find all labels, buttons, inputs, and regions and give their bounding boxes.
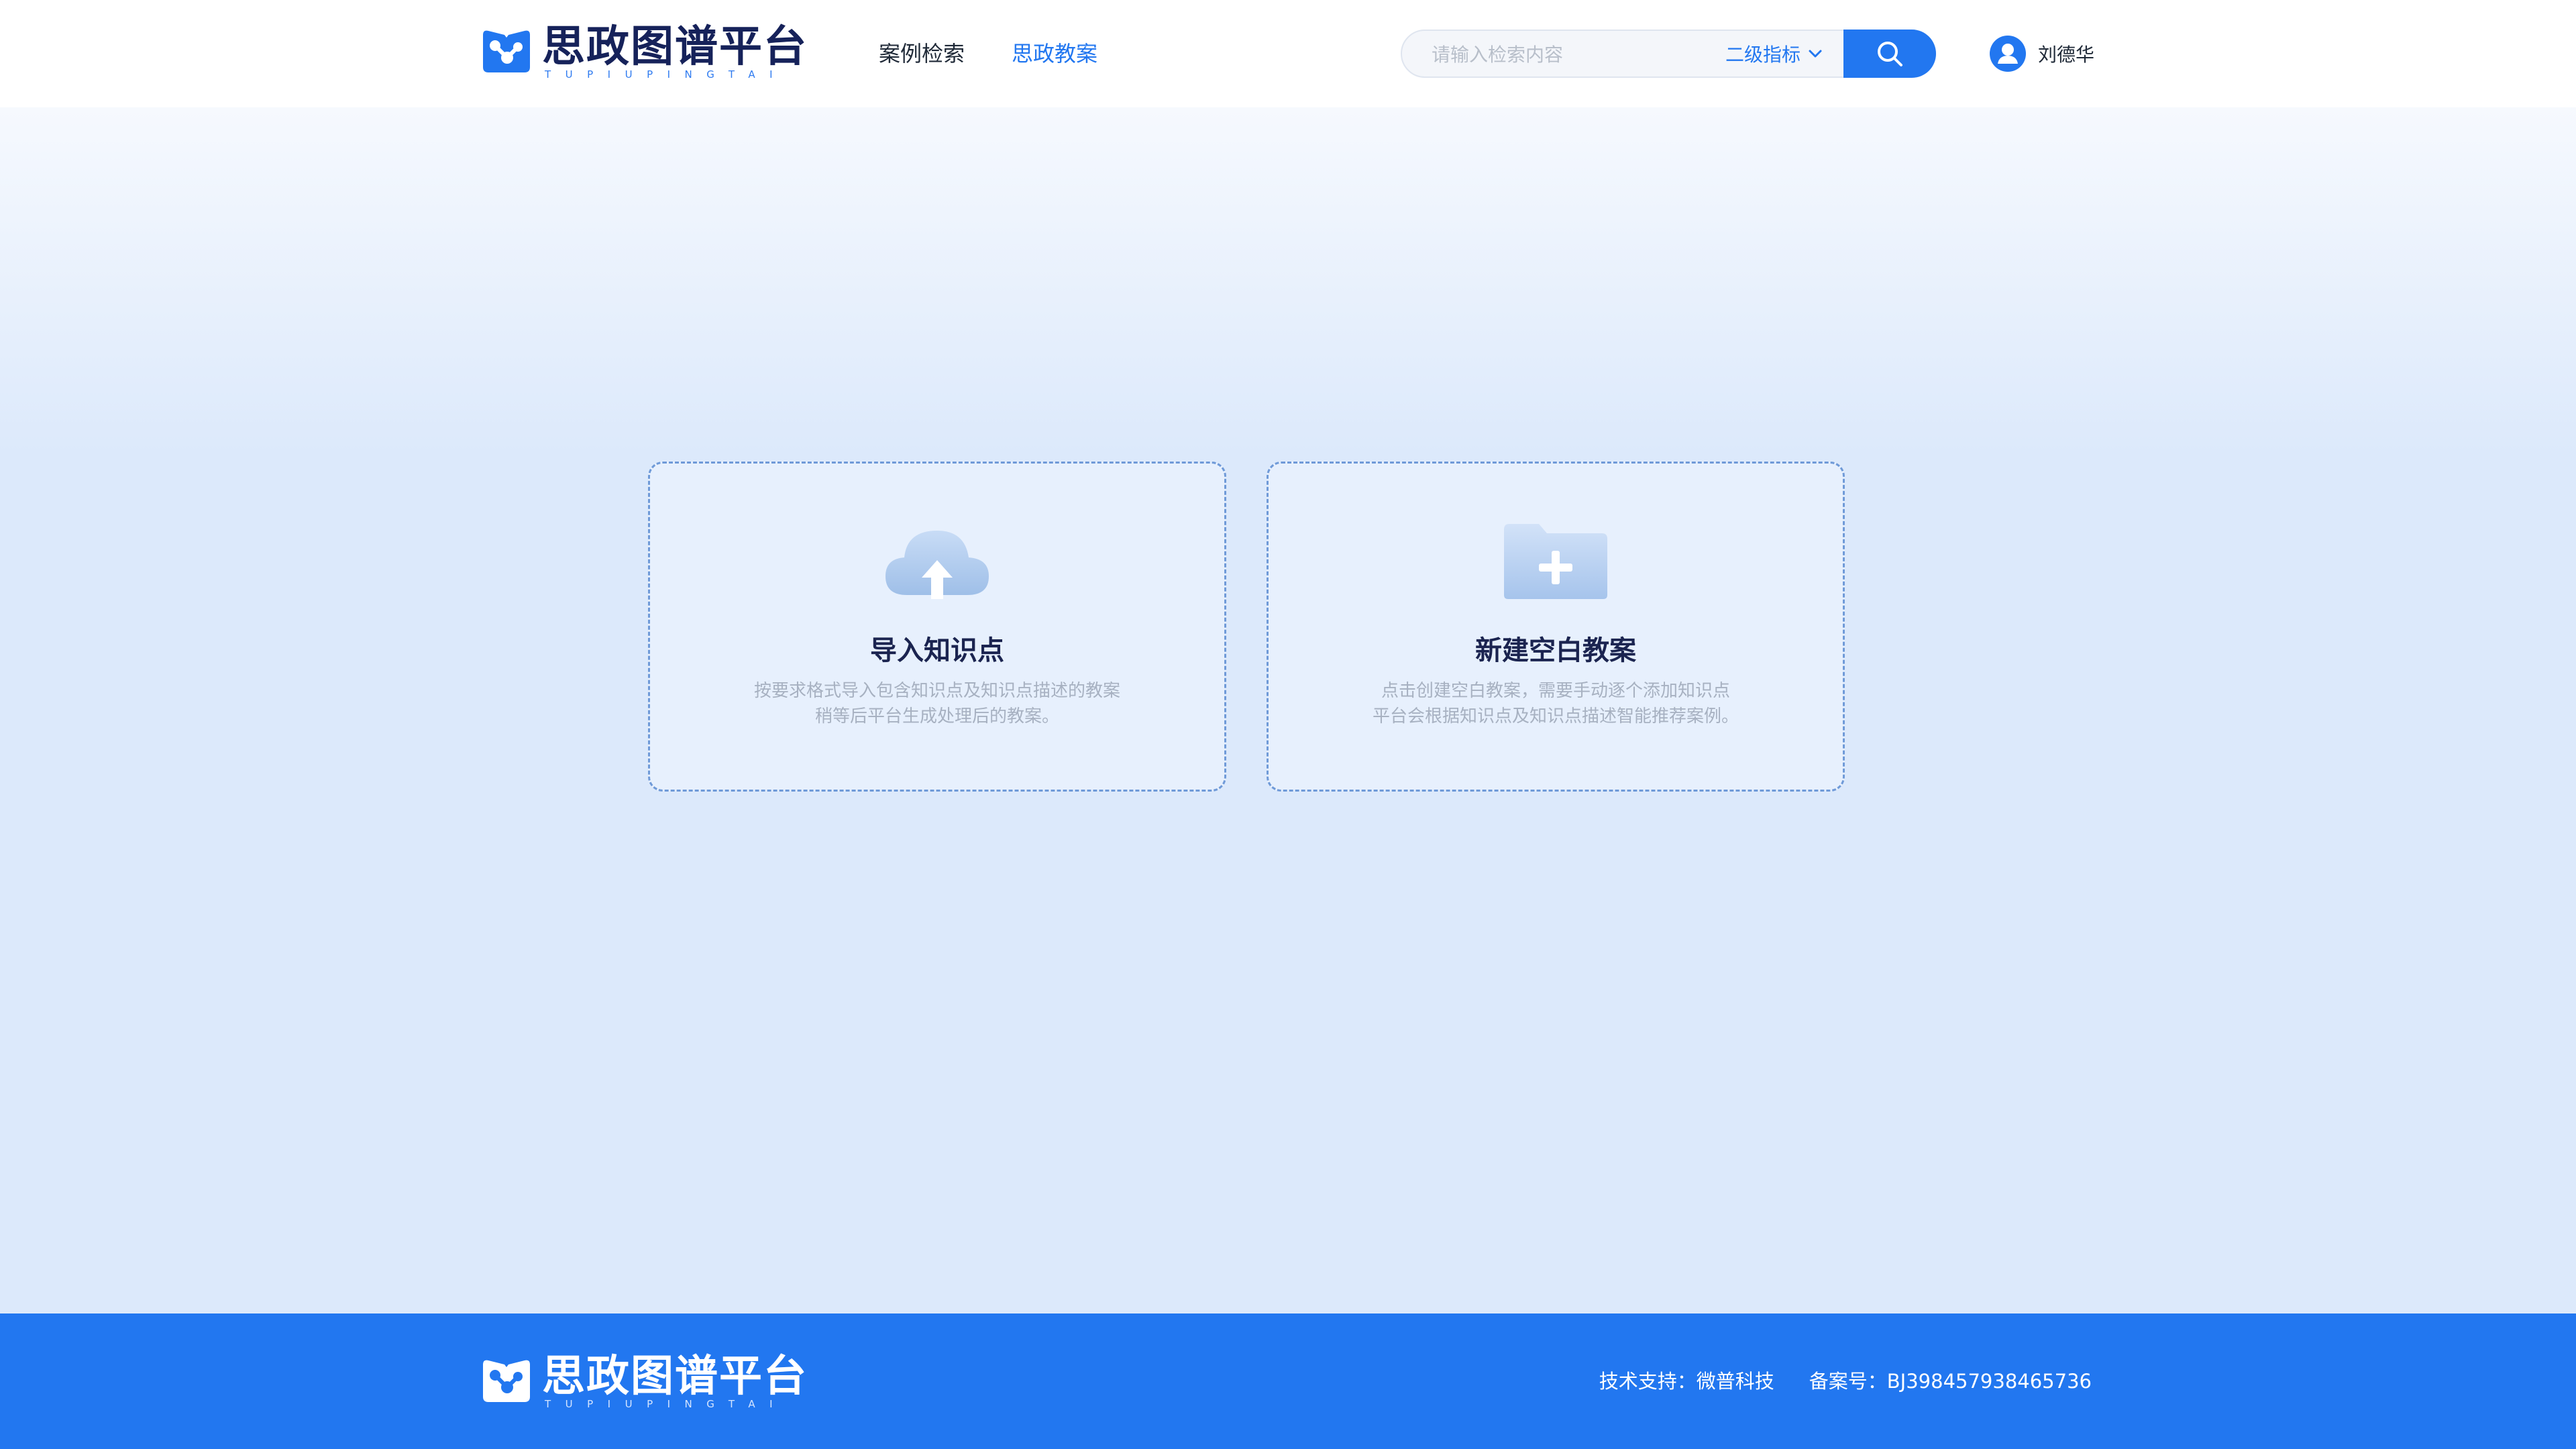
description-line: 按要求格式导入包含知识点及知识点描述的教案 bbox=[753, 681, 1120, 701]
footer-brand-title: 思政图谱平台 bbox=[542, 1352, 808, 1401]
brand-title: 思政图谱平台 bbox=[542, 22, 808, 72]
import-knowledge-description: 按要求格式导入包含知识点及知识点描述的教案 稍等后平台生成处理后的教案。 bbox=[677, 678, 1197, 729]
footer-brand-logo: 思政图谱平台 TUPIUPINGTAI bbox=[480, 1352, 806, 1411]
chevron-down-icon bbox=[1809, 50, 1822, 58]
main-content: 导入知识点 按要求格式导入包含知识点及知识点描述的教案 稍等后平台生成处理后的教… bbox=[0, 107, 2576, 1313]
search-input[interactable] bbox=[1430, 31, 1715, 78]
footer-info: 技术支持：微普科技 备案号：BJ398457938465736 bbox=[1599, 1366, 2092, 1397]
top-header: 思政图谱平台 TUPIUPINGTAI 案例检索 思政教案 二级指标 刘德华 bbox=[0, 0, 2576, 107]
cloud-upload-icon bbox=[885, 531, 989, 599]
import-knowledge-title: 导入知识点 bbox=[870, 635, 1004, 666]
brand-logo[interactable]: 思政图谱平台 TUPIUPINGTAI bbox=[480, 23, 806, 82]
search-button[interactable] bbox=[1843, 30, 1936, 78]
footer-brand-subtitle: TUPIUPINGTAI bbox=[545, 1398, 788, 1410]
nav-item-lesson-plans[interactable]: 思政教案 bbox=[1012, 38, 1097, 70]
user-name: 刘德华 bbox=[2038, 44, 2095, 66]
brand-graph-book-icon bbox=[483, 1360, 530, 1402]
brand-graph-book-icon bbox=[483, 30, 530, 72]
indicator-level-select-label: 二级指标 bbox=[1725, 44, 1801, 66]
page-footer: 思政图谱平台 TUPIUPINGTAI 技术支持：微普科技 备案号：BJ3984… bbox=[0, 1313, 2576, 1449]
brand-subtitle: TUPIUPINGTAI bbox=[545, 68, 788, 80]
nav-item-case-search[interactable]: 案例检索 bbox=[879, 38, 965, 70]
new-blank-lesson-description: 点击创建空白教案，需要手动逐个添加知识点 平台会根据知识点及知识点描述智能推荐案… bbox=[1295, 678, 1816, 729]
new-blank-lesson-title: 新建空白教案 bbox=[1475, 635, 1636, 666]
user-avatar-icon bbox=[1990, 36, 2026, 72]
import-knowledge-card[interactable]: 导入知识点 按要求格式导入包含知识点及知识点描述的教案 稍等后平台生成处理后的教… bbox=[648, 462, 1226, 792]
description-line: 点击创建空白教案，需要手动逐个添加知识点 bbox=[1381, 681, 1730, 701]
description-line: 稍等后平台生成处理后的教案。 bbox=[814, 706, 1059, 727]
search-icon bbox=[1878, 42, 1902, 66]
new-blank-lesson-card[interactable]: 新建空白教案 点击创建空白教案，需要手动逐个添加知识点 平台会根据知识点及知识点… bbox=[1267, 462, 1845, 792]
record-number-text: 备案号：BJ398457938465736 bbox=[1809, 1370, 2092, 1393]
description-line: 平台会根据知识点及知识点描述智能推荐案例。 bbox=[1372, 706, 1739, 727]
tech-support-text: 技术支持：微普科技 bbox=[1599, 1370, 1774, 1393]
user-menu[interactable]: 刘德华 bbox=[1990, 35, 2094, 72]
indicator-level-select[interactable]: 二级指标 bbox=[1725, 31, 1825, 76]
folder-add-icon bbox=[1504, 524, 1607, 599]
main-nav: 案例检索 思政教案 bbox=[879, 38, 1097, 70]
